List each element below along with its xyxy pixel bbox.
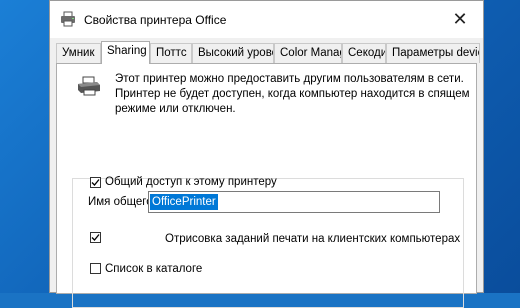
close-button[interactable]: ✕ [437, 1, 483, 38]
tab-strip: Умник Sharing Поттс Высокий уровень Colo… [56, 41, 483, 64]
tab-sharing[interactable]: Sharing [101, 41, 150, 64]
tab-advanced[interactable]: Высокий уровень [192, 43, 274, 63]
share-printer-label[interactable]: Общий доступ к этому принтеру [105, 176, 277, 188]
close-icon: ✕ [452, 9, 468, 29]
tab-device-settings[interactable]: Параметры device [386, 43, 480, 63]
tab-security[interactable]: Секоди [342, 43, 386, 63]
printer-properties-dialog: Свойства принтера Office ✕ Умник Sharing… [49, 0, 484, 308]
printer-icon [60, 11, 76, 27]
title-bar[interactable]: Свойства принтера Office ✕ [50, 1, 483, 38]
tab-color-management[interactable]: Color Management [274, 43, 342, 63]
window-title: Свойства принтера Office [84, 13, 227, 27]
tab-general[interactable]: Умник [56, 43, 101, 63]
tab-ports[interactable]: Поттс [150, 43, 192, 63]
render-jobs-label[interactable]: Отрисовка заданий печати на клиентских к… [165, 233, 460, 245]
render-jobs-checkbox[interactable] [90, 232, 101, 243]
share-name-value: OfficePrinter [150, 194, 218, 210]
list-directory-label[interactable]: Список в каталоге [105, 263, 202, 275]
sharing-description: Этот принтер можно предоставить другим п… [115, 73, 470, 115]
share-printer-checkbox[interactable] [90, 177, 101, 188]
share-name-input[interactable]: OfficePrinter [148, 191, 440, 213]
printer-icon [77, 76, 101, 96]
list-directory-checkbox[interactable] [90, 263, 101, 274]
